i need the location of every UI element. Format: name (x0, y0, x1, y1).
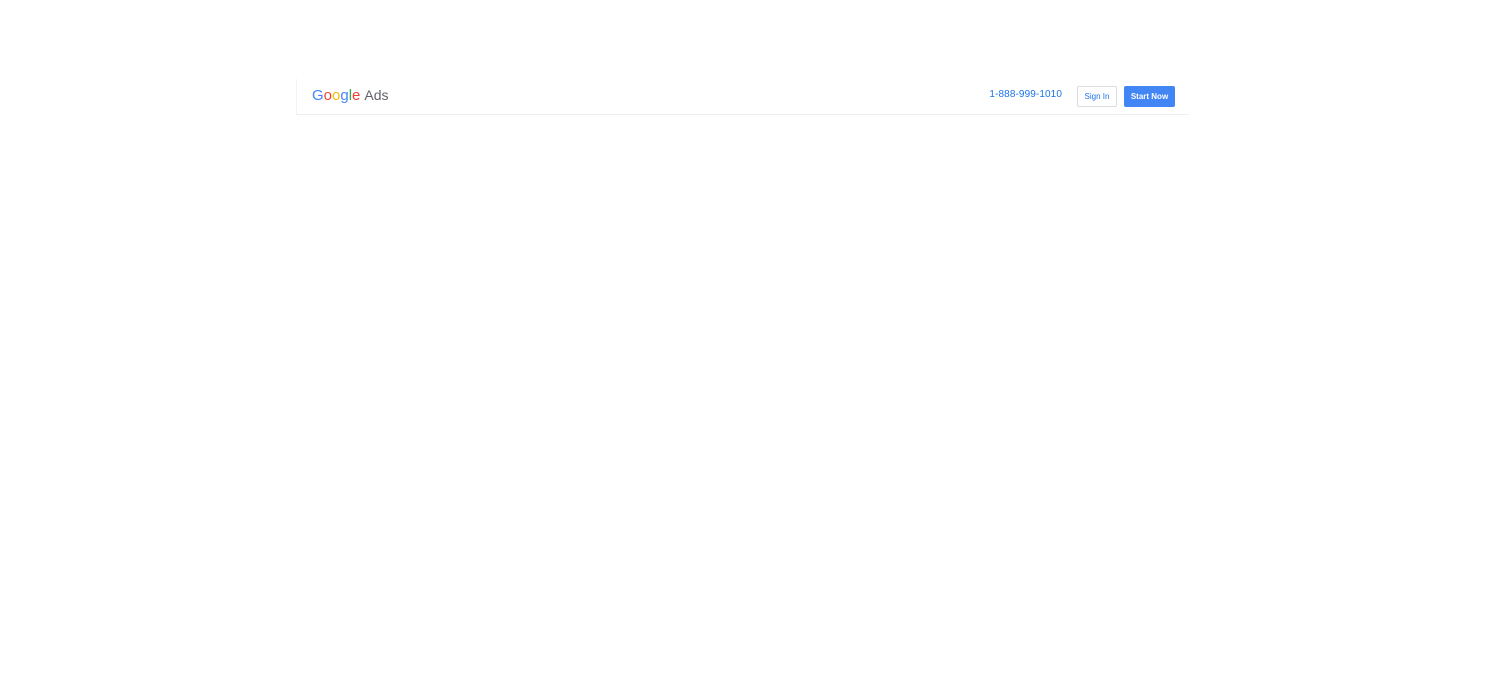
start-now-button[interactable]: Start Now (1124, 86, 1175, 107)
phone-number-link[interactable]: 1-888-999-1010 (989, 89, 1062, 100)
logo-product-name: Ads (364, 87, 389, 103)
logo-letter-e: e (352, 87, 361, 104)
top-header: G o o g l e Ads 1-888-999-1010 Sign In S… (296, 79, 1189, 115)
page: G o o g l e Ads 1-888-999-1010 Sign In S… (0, 0, 1500, 700)
logo-letter-o2: o (332, 87, 341, 104)
logo-letter-o1: o (323, 87, 333, 104)
sign-in-button[interactable]: Sign In (1077, 86, 1117, 107)
logo-letter-g2: g (340, 87, 349, 104)
logo-letter-g1: G (312, 87, 324, 104)
google-ads-logo[interactable]: G o o g l e Ads (312, 87, 389, 107)
